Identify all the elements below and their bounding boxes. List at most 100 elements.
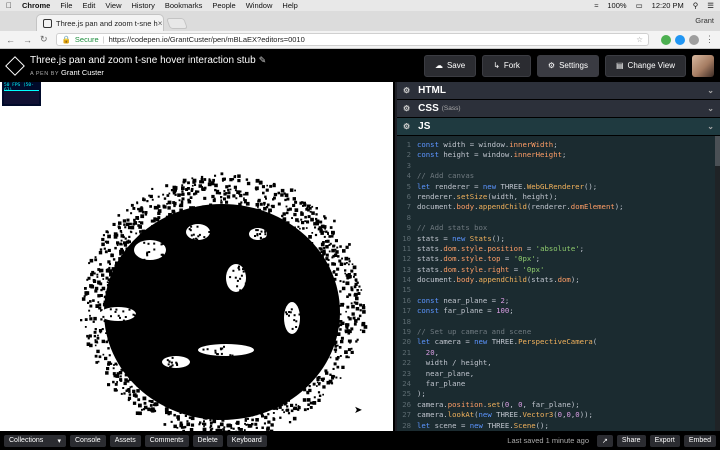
stats-fps-box[interactable]: 50 FPS (50-63) bbox=[2, 82, 41, 106]
assets-button[interactable]: Assets bbox=[109, 434, 141, 447]
save-button[interactable]: ☁ Save bbox=[423, 54, 477, 77]
extension-icon-gray[interactable] bbox=[689, 34, 699, 45]
apple-icon[interactable]:  bbox=[6, 1, 12, 10]
menu-clock[interactable]: 12:20 PM bbox=[652, 1, 684, 10]
menu-bookmarks[interactable]: Bookmarks bbox=[165, 1, 203, 10]
code-line[interactable]: 8 bbox=[397, 213, 720, 223]
code-line[interactable]: 16 const near_plane = 2; bbox=[397, 296, 720, 306]
extension-icon-green[interactable] bbox=[661, 34, 671, 45]
code-line[interactable]: 5 let renderer = new THREE.WebGLRenderer(… bbox=[397, 182, 720, 192]
console-button[interactable]: Console bbox=[70, 434, 106, 447]
battery-icon[interactable]: ▭ bbox=[636, 1, 643, 10]
code-line[interactable]: 23 near_plane, bbox=[397, 369, 720, 379]
code-text: 20, bbox=[425, 347, 439, 357]
menu-history[interactable]: History bbox=[132, 1, 155, 10]
code-line[interactable]: 12 stats.dom.style.top = '0px'; bbox=[397, 254, 720, 264]
code-line[interactable]: 7 document.body.appendChild(renderer.domE… bbox=[397, 202, 720, 212]
code-line[interactable]: 10 stats = new Stats(); bbox=[397, 234, 720, 244]
code-line[interactable]: 3 bbox=[397, 161, 720, 171]
settings-button[interactable]: ⚙ Settings bbox=[536, 54, 599, 77]
menu-view[interactable]: View bbox=[105, 1, 121, 10]
comments-button[interactable]: Comments bbox=[144, 434, 189, 447]
code-line[interactable]: 15 bbox=[397, 285, 720, 295]
fork-button[interactable]: ↳ Fork bbox=[482, 54, 531, 77]
menu-file[interactable]: File bbox=[60, 1, 72, 10]
code-line[interactable]: 24 far_plane bbox=[397, 379, 720, 389]
css-settings-icon[interactable]: ⚙ bbox=[403, 104, 410, 113]
editor-scrollbar[interactable] bbox=[715, 136, 720, 431]
avatar[interactable] bbox=[692, 54, 714, 77]
line-number: 23 bbox=[402, 368, 411, 378]
new-tab-button[interactable] bbox=[165, 18, 189, 29]
browser-tab[interactable]: Three.js pan and zoom t-sne h × bbox=[36, 14, 164, 31]
js-panel-header[interactable]: ⚙ JS ⌄ bbox=[397, 118, 720, 136]
code-text: const far_plane = 100; bbox=[417, 306, 514, 316]
code-line[interactable]: 1 const width = window.innerWidth; bbox=[397, 140, 720, 150]
html-collapse-icon[interactable]: ⌄ bbox=[707, 86, 714, 95]
wifi-icon[interactable]: ≈ bbox=[594, 1, 598, 10]
code-line[interactable]: 6 renderer.setSize(width, height); bbox=[397, 192, 720, 202]
code-line[interactable]: 20 let camera = new THREE.PerspectiveCame… bbox=[397, 337, 720, 347]
profile-name[interactable]: Grant bbox=[695, 16, 714, 25]
code-line[interactable]: 18 bbox=[397, 317, 720, 327]
back-icon[interactable]: ← bbox=[6, 35, 15, 45]
code-line[interactable]: 11 stats.dom.style.position = 'absolute'; bbox=[397, 244, 720, 254]
code-line[interactable]: 4 // Add canvas bbox=[397, 171, 720, 181]
last-saved-status: Last saved 1 minute ago bbox=[507, 436, 590, 445]
edit-pencil-icon[interactable]: ✎ bbox=[259, 55, 267, 65]
pen-title[interactable]: Three.js pan and zoom t-sne hover intera… bbox=[30, 54, 266, 67]
editor-scroll-thumb[interactable] bbox=[715, 136, 720, 166]
extension-icon-blue[interactable] bbox=[675, 34, 685, 45]
menu-app-name[interactable]: Chrome bbox=[22, 1, 50, 10]
export-button[interactable]: Export bbox=[649, 434, 680, 447]
js-collapse-icon[interactable]: ⌄ bbox=[707, 122, 714, 131]
tab-strip: Three.js pan and zoom t-sne h × Grant bbox=[0, 11, 720, 31]
code-line[interactable]: 13 stats.dom.style.right = '0px' bbox=[397, 265, 720, 275]
url-input[interactable]: 🔒 Secure | https://codepen.io/GrantCuste… bbox=[55, 33, 649, 46]
code-line[interactable]: 26 camera.position.set(0, 0, far_plane); bbox=[397, 400, 720, 410]
delete-button[interactable]: Delete bbox=[192, 434, 223, 447]
collections-dropdown[interactable]: Collections ▾ bbox=[4, 434, 66, 447]
code-line[interactable]: 19 // Set up camera and scene bbox=[397, 327, 720, 337]
open-external-button[interactable]: ↗ bbox=[597, 434, 613, 447]
code-line[interactable]: 14 document.body.appendChild(stats.dom); bbox=[397, 275, 720, 285]
tab-title: Three.js pan and zoom t-sne h bbox=[56, 18, 158, 28]
share-button[interactable]: Share bbox=[616, 434, 646, 447]
code-line[interactable]: 9 // Add stats box bbox=[397, 223, 720, 233]
forward-icon[interactable]: → bbox=[23, 35, 32, 45]
code-text: stats.dom.style.top = '0px'; bbox=[417, 254, 541, 264]
change-view-button[interactable]: ▤ Change View bbox=[604, 54, 686, 77]
embed-button[interactable]: Embed bbox=[683, 434, 716, 447]
css-collapse-icon[interactable]: ⌄ bbox=[707, 104, 714, 113]
code-line[interactable]: 21 20, bbox=[397, 348, 720, 358]
result-preview[interactable]: 50 FPS (50-63) ➤ bbox=[0, 82, 395, 431]
keyboard-button[interactable]: Keyboard bbox=[226, 434, 267, 447]
code-line[interactable]: 22 width / height, bbox=[397, 358, 720, 368]
css-panel-header[interactable]: ⚙ CSS (Sass) ⌄ bbox=[397, 100, 720, 118]
line-number: 5 bbox=[406, 181, 411, 191]
code-line[interactable]: 2 const height = window.innerHeight; bbox=[397, 150, 720, 160]
html-panel-header[interactable]: ⚙ HTML ⌄ bbox=[397, 82, 720, 100]
codepen-logo-icon[interactable] bbox=[5, 55, 25, 76]
menu-help[interactable]: Help bbox=[282, 1, 297, 10]
chrome-menu-icon[interactable]: ⋮ bbox=[705, 34, 714, 45]
code-line[interactable]: 27 camera.lookAt(new THREE.Vector3(0,0,0)… bbox=[397, 410, 720, 420]
search-icon[interactable]: ⚲ bbox=[693, 1, 699, 10]
menu-edit[interactable]: Edit bbox=[82, 1, 95, 10]
menu-people[interactable]: People bbox=[212, 1, 235, 10]
list-icon[interactable]: ☰ bbox=[707, 1, 714, 10]
reload-icon[interactable]: ↻ bbox=[40, 34, 48, 45]
menu-window[interactable]: Window bbox=[246, 1, 273, 10]
author-name[interactable]: Grant Custer bbox=[61, 68, 104, 77]
html-settings-icon[interactable]: ⚙ bbox=[403, 86, 410, 95]
tsne-points bbox=[80, 172, 368, 431]
tsne-scatter-plot[interactable] bbox=[0, 82, 395, 431]
js-code-editor[interactable]: 1 const width = window.innerWidth; 2 const … bbox=[397, 136, 720, 431]
code-line[interactable]: 17 const far_plane = 100; bbox=[397, 306, 720, 316]
code-line[interactable]: 25); bbox=[397, 389, 720, 399]
bookmark-star-icon[interactable]: ☆ bbox=[636, 35, 643, 44]
close-tab-icon[interactable]: × bbox=[158, 19, 163, 28]
js-settings-icon[interactable]: ⚙ bbox=[403, 122, 410, 131]
line-number: 16 bbox=[402, 295, 411, 305]
code-line[interactable]: 28 let scene = new THREE.Scene(); bbox=[397, 421, 720, 431]
